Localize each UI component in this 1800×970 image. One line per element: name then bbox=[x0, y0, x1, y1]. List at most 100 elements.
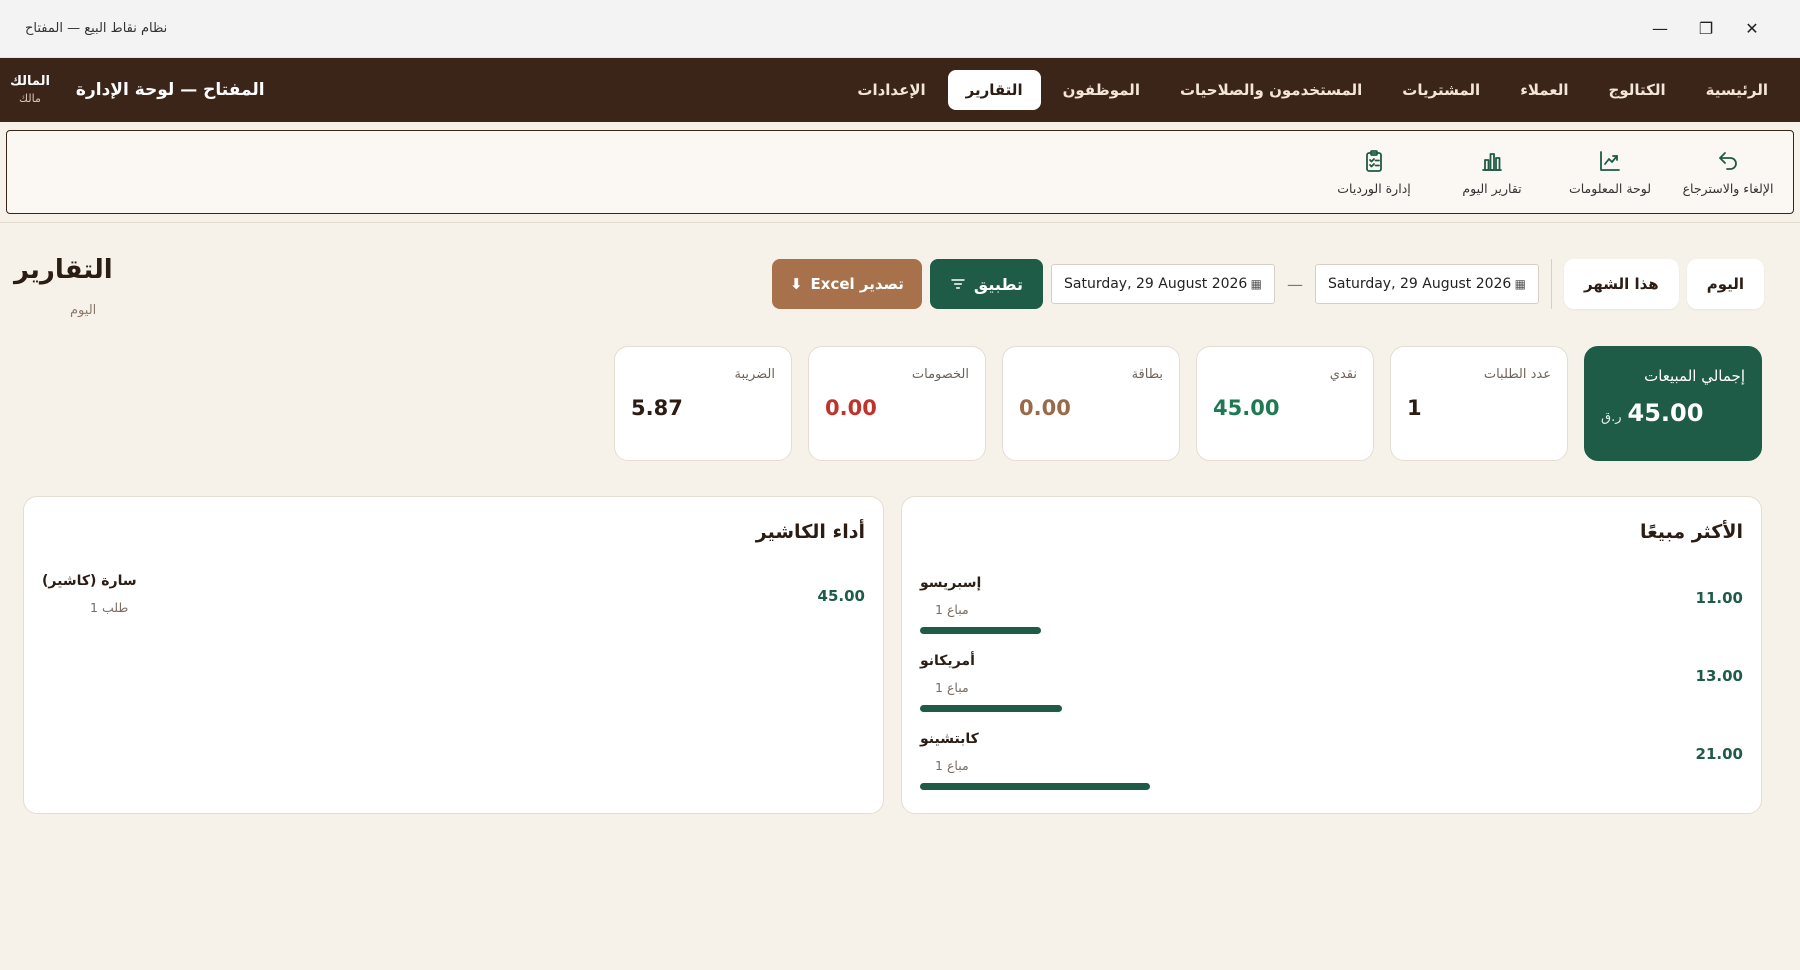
stat-tax-label: الضريبة bbox=[734, 367, 775, 382]
brand-area: المالك مالك المفتاح — لوحة الإدارة bbox=[10, 58, 265, 122]
cashier-performance-panel: أداء الكاشير سارة (كاشير) 1 طلب 45.00 bbox=[23, 496, 884, 814]
product-qty: 1 مباع bbox=[935, 680, 969, 695]
stat-cash: نقدي 45.00 bbox=[1196, 346, 1374, 461]
product-value: 11.00 bbox=[1695, 589, 1743, 607]
stat-total-sales: إجمالي المبيعات 45.00 ر.ق bbox=[1584, 346, 1762, 461]
stat-total-sales-value: 45.00 bbox=[1627, 399, 1704, 427]
top-selling-title: الأكثر مبيعًا bbox=[1639, 521, 1743, 543]
quick-undo-label: الإلغاء والاسترجاع bbox=[1682, 180, 1774, 196]
clipboard-list-icon bbox=[1366, 149, 1382, 172]
date-range-separator: — bbox=[1287, 274, 1303, 294]
filter-today-button[interactable]: اليوم bbox=[1686, 259, 1764, 309]
nav-item-settings[interactable]: الإعدادات bbox=[839, 70, 943, 110]
nav-item-purchases[interactable]: المشتريات bbox=[1384, 70, 1498, 110]
page-title: التقارير bbox=[14, 255, 113, 285]
stat-discounts-value: 0.00 bbox=[825, 396, 877, 420]
stat-discounts-label: الخصومات bbox=[911, 367, 969, 382]
product-value: 21.00 bbox=[1695, 745, 1743, 763]
product-share-bar bbox=[920, 705, 1062, 712]
stats-row: إجمالي المبيعات 45.00 ر.ق عدد الطلبات 1 … bbox=[614, 346, 1762, 461]
quick-shift-label: إدارة الورديات bbox=[1337, 180, 1411, 196]
cashier-orders: 1 طلب bbox=[90, 600, 129, 615]
stat-tax-value: 5.87 bbox=[631, 396, 683, 420]
product-name: أمريكانو bbox=[920, 653, 975, 669]
apply-label: تطبيق bbox=[973, 274, 1023, 294]
stat-cash-value: 45.00 bbox=[1213, 396, 1280, 420]
filter-bar: اليوم هذا الشهر Saturday, 29 August 2026… bbox=[771, 259, 1764, 309]
nav-item-customers[interactable]: العملاء bbox=[1502, 70, 1586, 110]
trend-chart-icon bbox=[1600, 150, 1620, 171]
product-name: كابتشينو bbox=[920, 731, 979, 747]
calendar-icon: ▦ bbox=[1250, 277, 1262, 291]
currency-label: ر.ق bbox=[1601, 410, 1622, 425]
filter-icon bbox=[951, 279, 965, 289]
nav-item-users-permissions[interactable]: المستخدمون والصلاحيات bbox=[1162, 70, 1380, 110]
minimize-icon[interactable]: — bbox=[1637, 9, 1683, 49]
stat-orders-label: عدد الطلبات bbox=[1483, 367, 1551, 382]
nav-item-home[interactable]: الرئيسية bbox=[1688, 70, 1786, 110]
list-item: إسبريسو 1 مباع 11.00 bbox=[920, 575, 1743, 653]
date-from-field[interactable]: Saturday, 29 August 2026 ▦ bbox=[1315, 264, 1539, 304]
quick-today-reports[interactable]: تقارير اليوم bbox=[1433, 149, 1551, 196]
calendar-icon: ▦ bbox=[1514, 277, 1526, 291]
top-selling-panel: الأكثر مبيعًا إسبريسو 1 مباع 11.00 أمريك… bbox=[901, 496, 1762, 814]
brand-title: المفتاح — لوحة الإدارة bbox=[75, 80, 265, 100]
undo-icon bbox=[1719, 151, 1737, 170]
nav-item-employees[interactable]: الموظفون bbox=[1045, 70, 1158, 110]
nav-item-reports[interactable]: التقارير bbox=[947, 70, 1041, 110]
product-name: إسبريسو bbox=[920, 575, 982, 591]
restore-icon[interactable]: ❐ bbox=[1683, 9, 1729, 49]
quick-undo-returns[interactable]: الإلغاء والاسترجاع bbox=[1669, 149, 1787, 196]
product-share-bar bbox=[920, 627, 1041, 634]
window-controls: — ❐ ✕ bbox=[1637, 9, 1775, 49]
list-item: أمريكانو 1 مباع 13.00 bbox=[920, 653, 1743, 731]
close-icon[interactable]: ✕ bbox=[1729, 9, 1775, 49]
nav-item-catalog[interactable]: الكتالوج bbox=[1591, 70, 1684, 110]
user-role: مالك bbox=[19, 92, 41, 106]
main-nav: الرئيسية الكتالوج العملاء المشتريات المس… bbox=[839, 70, 1786, 110]
stat-tax: الضريبة 5.87 bbox=[614, 346, 792, 461]
list-item: سارة (كاشير) 1 طلب 45.00 bbox=[42, 573, 865, 633]
list-item: كابتشينو 1 مباع 21.00 bbox=[920, 731, 1743, 809]
product-qty: 1 مباع bbox=[935, 758, 969, 773]
stat-card-label: بطاقة bbox=[1131, 367, 1163, 382]
window-titlebar: — ❐ ✕ نظام نقاط البيع — المفتاح bbox=[0, 0, 1800, 58]
stat-cash-label: نقدي bbox=[1329, 367, 1357, 382]
quick-dashboard-label: لوحة المعلومات bbox=[1568, 180, 1652, 196]
filter-this-month-button[interactable]: هذا الشهر bbox=[1564, 259, 1679, 309]
page-subtitle: اليوم bbox=[70, 303, 97, 318]
cashier-name: سارة (كاشير) bbox=[42, 573, 137, 589]
product-share-bar bbox=[920, 783, 1150, 790]
cashier-value: 45.00 bbox=[817, 587, 865, 605]
main-header: الرئيسية الكتالوج العملاء المشتريات المس… bbox=[0, 58, 1800, 122]
export-excel-button[interactable]: تصدير Excel ⬇ bbox=[771, 259, 922, 309]
top-selling-list: إسبريسو 1 مباع 11.00 أمريكانو 1 مباع 13.… bbox=[920, 575, 1743, 809]
apply-button[interactable]: تطبيق bbox=[929, 259, 1043, 309]
bar-chart-icon bbox=[1482, 152, 1502, 171]
product-value: 13.00 bbox=[1695, 667, 1743, 685]
page-header: التقارير اليوم اليوم هذا الشهر Saturday,… bbox=[0, 223, 1800, 333]
stat-total-sales-label: إجمالي المبيعات bbox=[1644, 367, 1745, 385]
quick-today-reports-label: تقارير اليوم bbox=[1462, 180, 1522, 196]
stat-total-sales-value-row: 45.00 ر.ق bbox=[1601, 399, 1745, 427]
product-qty: 1 مباع bbox=[935, 602, 969, 617]
date-to-value: Saturday, 29 August 2026 bbox=[1064, 276, 1248, 292]
stat-orders-value: 1 bbox=[1407, 396, 1422, 420]
user-name: المالك bbox=[10, 74, 50, 90]
quickbar-wrapper: الإلغاء والاسترجاع لوحة المعلومات تقارير… bbox=[0, 122, 1800, 223]
cashier-performance-title: أداء الكاشير bbox=[755, 521, 865, 543]
stat-card-value: 0.00 bbox=[1019, 396, 1071, 420]
stat-card: بطاقة 0.00 bbox=[1002, 346, 1180, 461]
download-icon: ⬇ bbox=[789, 275, 803, 293]
quick-dashboard[interactable]: لوحة المعلومات bbox=[1551, 149, 1669, 196]
quick-shift-management[interactable]: إدارة الورديات bbox=[1315, 149, 1433, 196]
stat-orders: عدد الطلبات 1 bbox=[1390, 346, 1568, 461]
export-label: تصدير Excel bbox=[810, 275, 904, 293]
date-to-field[interactable]: Saturday, 29 August 2026 ▦ bbox=[1051, 264, 1275, 304]
quick-actions-bar: الإلغاء والاسترجاع لوحة المعلومات تقارير… bbox=[6, 130, 1794, 214]
user-info[interactable]: المالك مالك bbox=[10, 73, 50, 107]
window-title: نظام نقاط البيع — المفتاح bbox=[25, 21, 168, 36]
filter-divider bbox=[1551, 259, 1552, 309]
date-from-value: Saturday, 29 August 2026 bbox=[1328, 276, 1512, 292]
stat-discounts: الخصومات 0.00 bbox=[808, 346, 986, 461]
